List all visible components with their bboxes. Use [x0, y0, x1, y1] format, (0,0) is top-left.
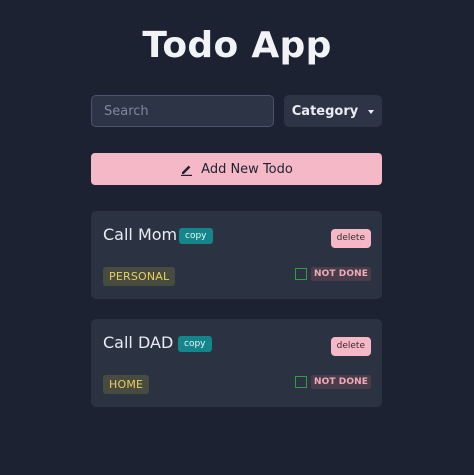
category-badge: HOME [103, 375, 150, 394]
done-checkbox[interactable] [295, 268, 307, 280]
delete-button[interactable]: delete [330, 229, 371, 248]
delete-button[interactable]: delete [330, 337, 371, 356]
todo-name: Call Mom [103, 225, 178, 244]
caret-down-icon [368, 109, 375, 114]
add-new-todo-button[interactable]: Add New Todo [91, 153, 382, 185]
category-dropdown[interactable]: Category [284, 95, 382, 127]
status-badge: NOT DONE [310, 267, 371, 281]
status-badge: NOT DONE [310, 375, 371, 389]
copy-button[interactable]: copy [178, 336, 212, 352]
copy-button[interactable]: copy [179, 228, 213, 244]
category-badge: PERSONAL [103, 267, 176, 286]
pencil-icon [180, 163, 193, 176]
todo-card: Call DAD copy delete HOME NOT DONE [91, 319, 382, 407]
todo-name: Call DAD [103, 333, 174, 352]
page-title: Todo App [142, 25, 332, 66]
todo-card: Call Mom copy delete PERSONAL NOT DONE [91, 211, 382, 299]
category-dropdown-label: Category [291, 103, 359, 119]
add-new-todo-label: Add New Todo [201, 161, 293, 177]
search-input[interactable] [91, 95, 274, 127]
todo-app: Todo App Category Add New Todo Call Mom … [0, 0, 474, 475]
done-checkbox[interactable] [295, 376, 307, 388]
